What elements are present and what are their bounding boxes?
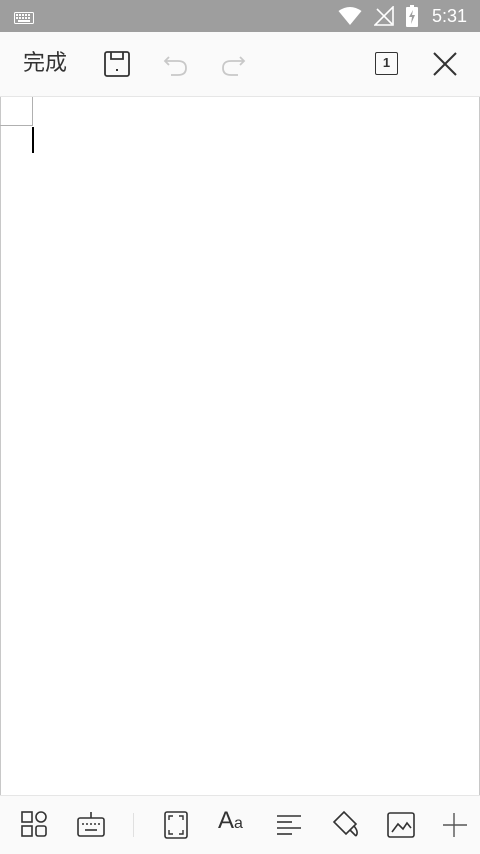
fullscreen-icon[interactable] (162, 810, 192, 840)
undo-icon[interactable] (161, 49, 191, 79)
top-toolbar: 完成 (0, 32, 480, 97)
page-margin-marker (32, 97, 33, 125)
font-icon-small-letter: a (234, 815, 243, 832)
font-icon-big-letter: A (218, 807, 235, 834)
paint-icon[interactable] (330, 810, 360, 840)
apps-icon[interactable] (20, 810, 50, 840)
keyboard-icon (14, 9, 34, 28)
page-count-icon[interactable]: 1 (375, 52, 398, 75)
done-button[interactable]: 完成 (23, 50, 67, 78)
text-caret (32, 127, 34, 153)
font-icon[interactable]: Aa (218, 807, 243, 835)
no-signal-icon (373, 6, 394, 26)
align-icon[interactable] (274, 810, 304, 840)
redo-icon[interactable] (218, 49, 248, 79)
document-canvas[interactable] (0, 97, 480, 853)
keyboard-toggle-icon[interactable] (76, 810, 106, 840)
wifi-icon (338, 6, 362, 26)
status-bar: 5:31 (0, 0, 480, 32)
image-icon[interactable] (386, 810, 416, 840)
battery-charging-icon (405, 5, 418, 27)
page-margin-marker-horizontal (0, 125, 33, 126)
status-time: 5:31 (431, 5, 467, 26)
toolbar-divider (133, 813, 134, 837)
bottom-toolbar: Aa (0, 795, 480, 854)
close-icon[interactable] (430, 49, 460, 79)
add-icon[interactable] (440, 810, 470, 840)
save-icon[interactable] (102, 49, 132, 79)
page-left-edge (0, 97, 1, 853)
